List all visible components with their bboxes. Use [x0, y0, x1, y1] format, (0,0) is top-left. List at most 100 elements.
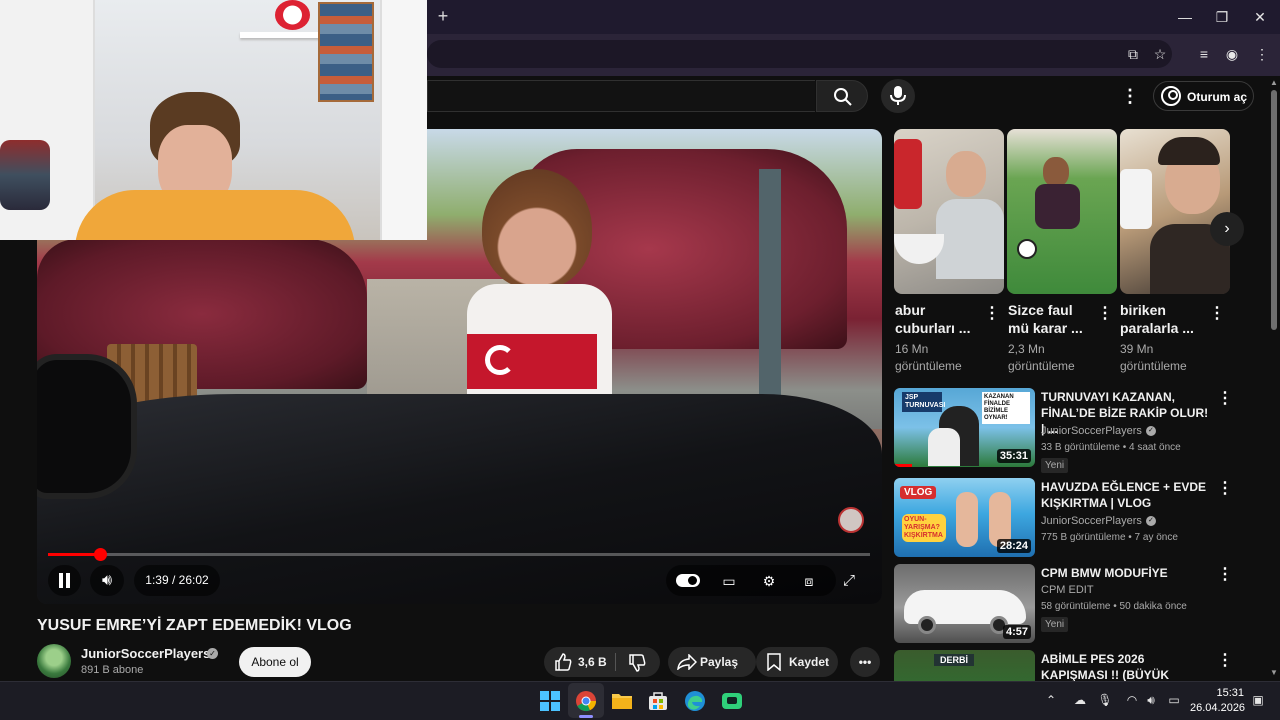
- short-views: 16 Mn görüntüleme: [895, 342, 962, 373]
- progress-fill: [48, 553, 100, 556]
- thumbnail-banner: DERBİ: [934, 654, 975, 666]
- list-item[interactable]: 4:57 CPM BMW MODUFİYE CPM EDIT 58 görünt…: [894, 564, 1234, 644]
- toolbar-divider: [427, 72, 1280, 76]
- microphone-tray-icon[interactable]: 🎙︎: [1097, 692, 1113, 708]
- list-item[interactable]: DERBİ ABİMLE PES 2026 KAPIŞMASI !! (BÜYÜ…: [894, 650, 1234, 681]
- shorts-next-arrow-icon[interactable]: ›: [1210, 212, 1244, 246]
- settings-kebab-icon[interactable]: ⋮: [1120, 84, 1140, 108]
- volume-icon[interactable]: 🔊︎: [90, 565, 124, 596]
- channel-avatar[interactable]: [37, 644, 71, 678]
- start-menu-icon[interactable]: [537, 688, 563, 714]
- miniplayer-icon[interactable]: ⧈: [798, 570, 820, 592]
- save-button[interactable]: Kaydet: [756, 647, 838, 677]
- more-actions-icon[interactable]: •••: [850, 647, 880, 677]
- notifications-icon[interactable]: ▣: [1250, 692, 1266, 708]
- edge-icon[interactable]: [682, 688, 708, 714]
- short-thumbnail[interactable]: [1120, 129, 1230, 294]
- short-menu-icon[interactable]: ⋮: [1209, 305, 1225, 323]
- progress-bar[interactable]: [48, 548, 870, 561]
- fullscreen-icon[interactable]: ⤢: [838, 570, 860, 592]
- subscribe-button[interactable]: Abone ol: [239, 647, 311, 677]
- battery-icon[interactable]: ▭: [1164, 692, 1184, 708]
- list-item[interactable]: VLOG OYUN-YARIŞMA? KIŞKIRTMA 28:24 HAVUZ…: [894, 478, 1234, 558]
- progress-scrubber[interactable]: [93, 548, 107, 561]
- page-scrollbar[interactable]: ▲ ▼: [1268, 76, 1280, 681]
- microphone-icon: [890, 86, 906, 105]
- short-menu-icon[interactable]: ⋮: [1097, 305, 1113, 323]
- show-hidden-icons-icon[interactable]: ⌃: [1043, 692, 1059, 708]
- sign-in-label: Oturum aç: [1187, 90, 1248, 104]
- short-views: 39 Mn görüntüleme: [1120, 342, 1187, 373]
- short-menu-icon[interactable]: ⋮: [984, 305, 1000, 323]
- like-button[interactable]: 3,6 B: [552, 647, 614, 677]
- thumbs-up-icon: [555, 653, 572, 671]
- video-menu-icon[interactable]: ⋮: [1217, 652, 1233, 670]
- video-duration: 28:24: [996, 539, 1031, 553]
- subscriber-count: 891 B abone: [81, 664, 144, 676]
- scrollbar-thumb[interactable]: [1271, 90, 1277, 330]
- minimize-button[interactable]: —: [1170, 6, 1200, 28]
- browser-menu-icon[interactable]: ⋮: [1251, 43, 1273, 65]
- new-tab-button[interactable]: +: [433, 6, 453, 26]
- pause-button[interactable]: [48, 565, 81, 596]
- chrome-icon[interactable]: [573, 688, 599, 714]
- short-title[interactable]: Sizce faul mü karar ...: [1008, 301, 1088, 337]
- bookmark-star-icon[interactable]: ☆: [1149, 43, 1171, 65]
- media-controls-icon[interactable]: ≡: [1193, 43, 1215, 65]
- video-meta: 58 görüntüleme • 50 dakika önce: [1041, 601, 1187, 612]
- channel-watermark-icon[interactable]: [838, 507, 864, 533]
- thumbnail-banner: KAZANAN FİNALDE BİZİMLE OYNAR!: [982, 392, 1030, 424]
- video-title-link[interactable]: CPM BMW MODUFİYE: [1041, 565, 1211, 581]
- game-app-icon[interactable]: [719, 688, 745, 714]
- player-right-controls: ▭ ⚙ ⧈: [666, 565, 836, 596]
- video-thumbnail[interactable]: VLOG OYUN-YARIŞMA? KIŞKIRTMA 28:24: [894, 478, 1035, 557]
- autoplay-toggle[interactable]: [676, 574, 700, 587]
- video-thumbnail[interactable]: 4:57: [894, 564, 1035, 643]
- cloud-sync-icon[interactable]: ☁: [1072, 692, 1088, 708]
- short-title[interactable]: biriken paralarla ...: [1120, 301, 1200, 337]
- video-menu-icon[interactable]: ⋮: [1217, 566, 1233, 584]
- share-icon: [677, 654, 697, 670]
- scroll-up-arrow-icon[interactable]: ▲: [1270, 78, 1278, 87]
- short-thumbnail[interactable]: [894, 129, 1004, 294]
- install-app-icon[interactable]: ⧉: [1122, 43, 1144, 65]
- channel-name-link[interactable]: CPM EDIT: [1041, 584, 1094, 596]
- video-title-link[interactable]: ABİMLE PES 2026 KAPIŞMASI !! (BÜYÜK DERB…: [1041, 651, 1211, 681]
- search-input[interactable]: [427, 80, 815, 112]
- short-thumbnail[interactable]: [1007, 129, 1117, 294]
- save-label: Kaydet: [789, 655, 830, 669]
- search-button[interactable]: [816, 80, 868, 112]
- video-menu-icon[interactable]: ⋮: [1217, 390, 1233, 408]
- list-item[interactable]: JSP TURNUVASI KAZANAN FİNALDE BİZİMLE OY…: [894, 388, 1234, 473]
- like-dislike-group: 3,6 B: [544, 647, 660, 677]
- video-menu-icon[interactable]: ⋮: [1217, 480, 1233, 498]
- sign-in-button[interactable]: Oturum aç: [1153, 81, 1254, 111]
- thumbnail-tag: JSP TURNUVASI: [902, 392, 945, 412]
- taskbar-clock-date[interactable]: 26.04.2026: [1190, 702, 1245, 714]
- address-bar[interactable]: [427, 40, 1172, 68]
- maximize-button[interactable]: ❐: [1207, 6, 1237, 28]
- dislike-button[interactable]: [624, 647, 654, 677]
- channel-name-link[interactable]: JuniorSoccerPlayers ✓: [1041, 515, 1156, 527]
- settings-gear-icon[interactable]: ⚙: [758, 570, 780, 592]
- file-explorer-icon[interactable]: [609, 688, 635, 714]
- video-thumbnail[interactable]: DERBİ: [894, 650, 1035, 681]
- wifi-icon[interactable]: ◠: [1124, 692, 1140, 708]
- scroll-down-arrow-icon[interactable]: ▼: [1270, 668, 1278, 677]
- taskbar-clock-time[interactable]: 15:31: [1196, 687, 1244, 699]
- channel-name-link[interactable]: JuniorSoccerPlayers ✓: [1041, 425, 1156, 437]
- close-window-button[interactable]: ✕: [1245, 6, 1275, 28]
- verified-icon: ✓: [1145, 516, 1156, 527]
- share-button[interactable]: Paylaş: [668, 647, 756, 677]
- subtitles-icon[interactable]: ▭: [718, 570, 740, 592]
- profile-icon[interactable]: ◉: [1221, 43, 1243, 65]
- speaker-icon[interactable]: 🔊︎: [1143, 692, 1159, 708]
- thumbnail-bubble: OYUN-YARIŞMA? KIŞKIRTMA: [902, 514, 946, 542]
- search-icon: [834, 88, 852, 106]
- channel-name[interactable]: JuniorSoccerPlayers: [81, 646, 210, 661]
- short-title[interactable]: abur cuburları ...: [895, 301, 975, 337]
- voice-search-button[interactable]: [881, 79, 915, 113]
- video-thumbnail[interactable]: JSP TURNUVASI KAZANAN FİNALDE BİZİMLE OY…: [894, 388, 1035, 467]
- microsoft-store-icon[interactable]: [645, 688, 671, 714]
- video-title-link[interactable]: HAVUZDA EĞLENCE + EVDE KIŞKIRTMA | VLOG: [1041, 479, 1211, 511]
